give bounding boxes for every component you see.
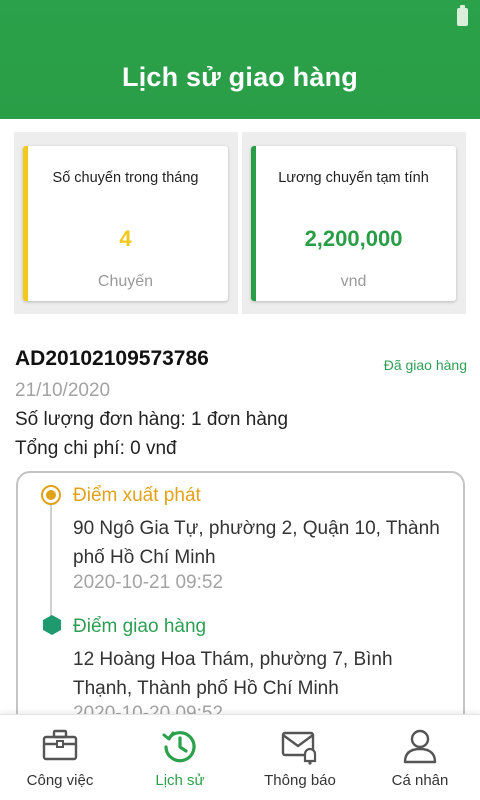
route-card[interactable]: Điểm xuất phát 90 Ngô Gia Tự, phường 2, …	[16, 471, 465, 731]
delivery-point-address: 12 Hoàng Hoa Thám, phường 7, Bình Thạnh,…	[73, 649, 393, 699]
stat-salary-unit: vnd	[340, 273, 367, 290]
stats-section: Số chuyến trong tháng 4 Chuyến Lương chu…	[0, 132, 480, 314]
nav-item-notifications[interactable]: Thông báo	[240, 715, 360, 800]
stat-card-salary[interactable]: Lương chuyến tạm tính 2,200,000 vnd	[251, 146, 456, 301]
bottom-navigation: Công việc Lịch sử Thông báo Cá nhân	[0, 714, 480, 800]
nav-item-history[interactable]: Lịch sử	[120, 715, 240, 800]
order-cost: Tổng chi phí: 0 vnđ	[15, 438, 177, 459]
start-point-title: Điểm xuất phát	[73, 485, 201, 506]
stat-salary-wrapper: Lương chuyến tạm tính 2,200,000 vnd	[242, 132, 466, 314]
order-id: AD20102109573786	[15, 347, 209, 370]
nav-label-jobs: Công việc	[26, 772, 94, 789]
stat-trips-label: Số chuyến trong tháng	[52, 170, 199, 186]
start-point-icon	[41, 485, 61, 505]
start-point-time: 2020-10-21 09:52	[73, 572, 224, 593]
nav-label-notifications: Thông báo	[264, 772, 336, 789]
nav-item-jobs[interactable]: Công việc	[0, 715, 120, 800]
nav-label-profile: Cá nhân	[391, 772, 449, 789]
stat-salary-value: 2,200,000	[304, 226, 403, 251]
order-date: 21/10/2020	[15, 380, 111, 401]
briefcase-icon	[42, 729, 78, 761]
order-status-badge: Đã giao hàng	[383, 357, 467, 373]
nav-item-profile[interactable]: Cá nhân	[360, 715, 480, 800]
route-connector-line	[50, 497, 52, 619]
battery-icon	[457, 5, 468, 26]
user-icon	[403, 729, 437, 764]
order-quantity: Số lượng đơn hàng: 1 đơn hàng	[15, 409, 289, 430]
nav-label-history: Lịch sử	[155, 772, 205, 789]
stat-trips-unit: Chuyến	[97, 273, 154, 290]
start-point-address: 90 Ngô Gia Tự, phường 2, Quận 10, Thành …	[73, 518, 440, 568]
stat-trips-wrapper: Số chuyến trong tháng 4 Chuyến	[14, 132, 238, 314]
stat-card-trips[interactable]: Số chuyến trong tháng 4 Chuyến	[23, 146, 228, 301]
delivery-point-icon	[43, 615, 61, 635]
history-icon	[162, 731, 196, 763]
stat-trips-value: 4	[119, 226, 132, 251]
mail-bell-icon	[281, 731, 317, 765]
stat-salary-label: Lương chuyến tạm tính	[278, 170, 429, 186]
page-title: Lịch sử giao hàng	[122, 62, 358, 92]
app-header: Lịch sử giao hàng	[0, 0, 480, 119]
delivery-point-title: Điểm giao hàng	[73, 616, 207, 637]
